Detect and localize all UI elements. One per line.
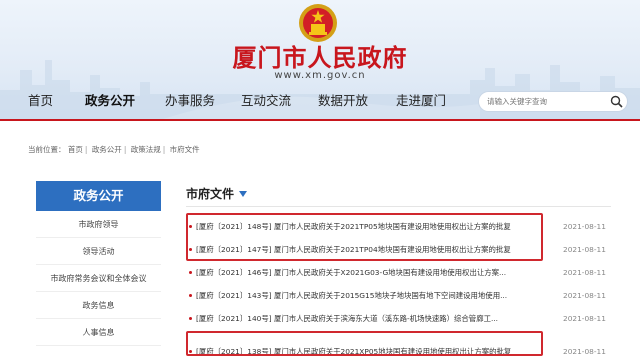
- bullet-icon: [189, 294, 192, 297]
- nav-item-open-data[interactable]: 数据开放: [318, 86, 368, 116]
- sidebar: 政务公开 市政府领导 领导活动 市政府常务会议和全体会议 政务信息 人事信息: [36, 181, 161, 346]
- breadcrumb-separator: |: [84, 145, 88, 154]
- site-url: www.xm.gov.cn: [274, 70, 366, 81]
- news-title-link[interactable]: [厦府〔2021〕143号] 厦门市人民政府关于2015G15地块子地块国有地下…: [196, 284, 507, 307]
- news-date: 2021-08-11: [563, 314, 606, 323]
- bullet-icon: [189, 248, 192, 251]
- news-list: [厦府〔2021〕148号] 厦门市人民政府关于2021TP05地块国有建设用地…: [186, 215, 616, 356]
- sidebar-item-leaders[interactable]: 市政府领导: [36, 211, 161, 238]
- news-title-link[interactable]: [厦府〔2021〕146号] 厦门市人民政府关于X2021G03-G地块国有建设…: [196, 261, 506, 284]
- news-item[interactable]: [厦府〔2021〕140号] 厦门市人民政府关于滨海东大道（溪东路-机场快速路）…: [186, 307, 616, 330]
- site-header: 厦门市人民政府 www.xm.gov.cn 首页 政务公开 办事服务 互动交流 …: [0, 0, 640, 120]
- news-title-link[interactable]: [厦府〔2021〕147号] 厦门市人民政府关于2021TP04地块国有建设用地…: [196, 238, 511, 261]
- news-title-link[interactable]: [厦府〔2021〕148号] 厦门市人民政府关于2021TP05地块国有建设用地…: [196, 215, 511, 238]
- news-title-link[interactable]: [厦府〔2021〕140号] 厦门市人民政府关于滨海东大道（溪东路-机场快速路）…: [196, 307, 498, 330]
- bullet-icon: [189, 317, 192, 320]
- news-title-link[interactable]: [厦府〔2021〕138号] 厦门市人民政府关于2021XP05地块国有建设用地…: [196, 340, 511, 356]
- news-date: 2021-08-11: [563, 222, 606, 231]
- nav-divider: [0, 119, 640, 121]
- search-icon[interactable]: [610, 95, 623, 108]
- news-item[interactable]: [厦府〔2021〕147号] 厦门市人民政府关于2021TP04地块国有建设用地…: [186, 238, 616, 261]
- main-nav: 首页 政务公开 办事服务 互动交流 数据开放 走进厦门: [0, 86, 640, 116]
- site-title[interactable]: 厦门市人民政府: [0, 38, 640, 73]
- search-input[interactable]: [487, 94, 605, 109]
- news-date: 2021-08-11: [563, 347, 606, 356]
- breadcrumb-separator: |: [162, 145, 166, 154]
- news-item[interactable]: [厦府〔2021〕143号] 厦门市人民政府关于2015G15地块子地块国有地下…: [186, 284, 616, 307]
- bullet-icon: [189, 225, 192, 228]
- news-date: 2021-08-11: [563, 245, 606, 254]
- breadcrumb-item-home[interactable]: 首页: [68, 145, 83, 154]
- news-date: 2021-08-11: [563, 291, 606, 300]
- section-divider: [186, 206, 611, 207]
- breadcrumb: 当前位置： 首页 | 政务公开 | 政策法规 | 市府文件: [28, 144, 200, 158]
- sidebar-item-personnel-info[interactable]: 人事信息: [36, 319, 161, 346]
- news-item[interactable]: [厦府〔2021〕148号] 厦门市人民政府关于2021TP05地块国有建设用地…: [186, 215, 616, 238]
- breadcrumb-separator: |: [123, 145, 127, 154]
- nav-item-government-affairs[interactable]: 政务公开: [85, 86, 135, 116]
- nav-item-home[interactable]: 首页: [28, 86, 53, 116]
- nav-item-about-xiamen[interactable]: 走进厦门: [396, 86, 446, 116]
- sidebar-heading: 政务公开: [36, 181, 161, 211]
- nav-item-services[interactable]: 办事服务: [165, 86, 215, 116]
- search-box: [478, 91, 628, 112]
- breadcrumb-item-municipal-documents[interactable]: 市府文件: [170, 145, 200, 154]
- dropdown-arrow-icon[interactable]: [239, 191, 247, 197]
- nav-item-interaction[interactable]: 互动交流: [241, 86, 291, 116]
- sidebar-item-government-info[interactable]: 政务信息: [36, 292, 161, 319]
- breadcrumb-item-government-affairs[interactable]: 政务公开: [92, 145, 122, 154]
- news-date: 2021-08-11: [563, 268, 606, 277]
- breadcrumb-item-policies[interactable]: 政策法规: [131, 145, 161, 154]
- news-item[interactable]: [厦府〔2021〕146号] 厦门市人民政府关于X2021G03-G地块国有建设…: [186, 261, 616, 284]
- breadcrumb-prefix: 当前位置：: [28, 145, 66, 154]
- bullet-icon: [189, 271, 192, 274]
- section-title: 市府文件: [186, 187, 235, 201]
- bullet-icon: [189, 350, 192, 353]
- sidebar-item-leader-activities[interactable]: 领导活动: [36, 238, 161, 265]
- sidebar-item-meetings[interactable]: 市政府常务会议和全体会议: [36, 265, 161, 292]
- news-item[interactable]: [厦府〔2021〕138号] 厦门市人民政府关于2021XP05地块国有建设用地…: [186, 340, 616, 356]
